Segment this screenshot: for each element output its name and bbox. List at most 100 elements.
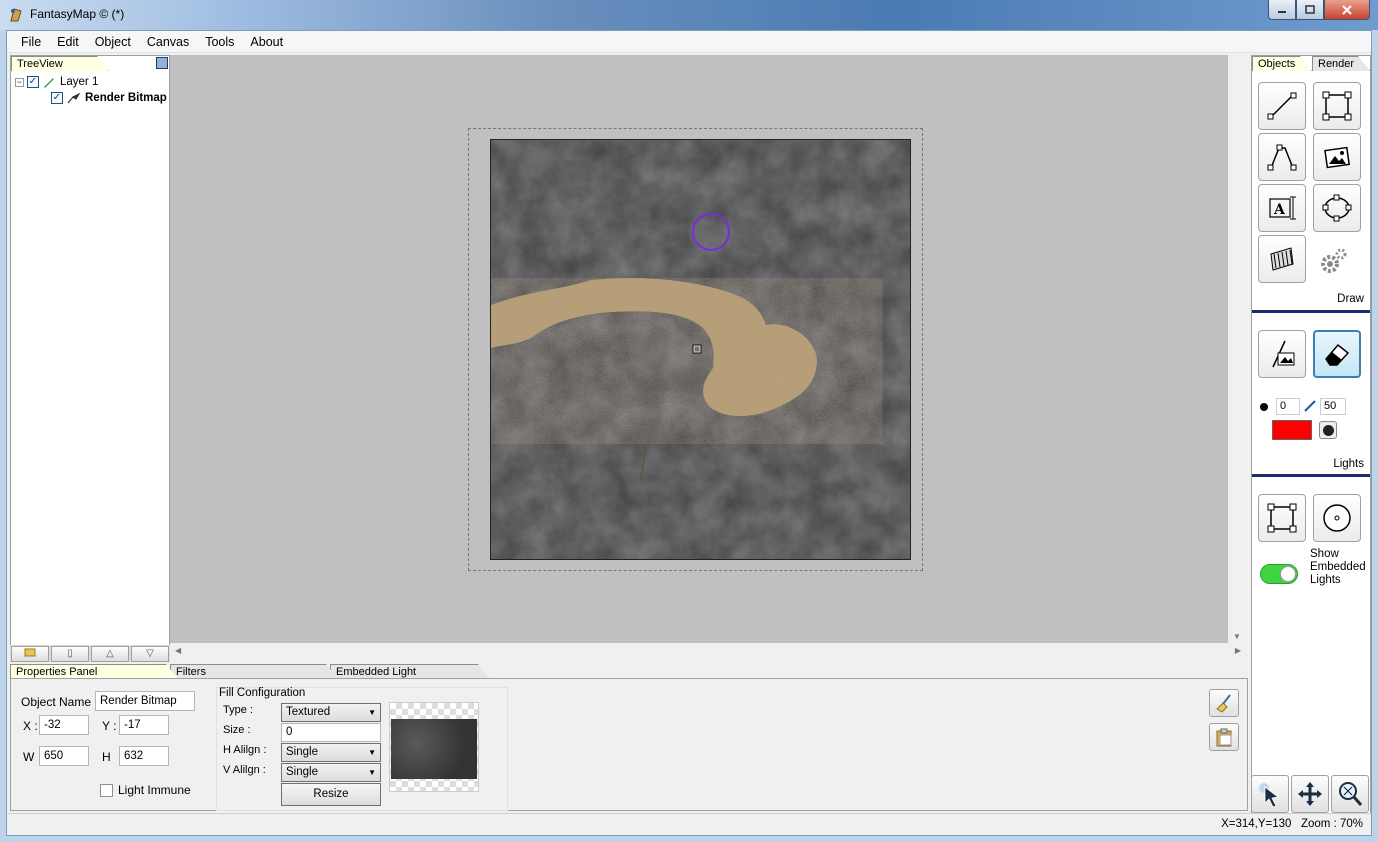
tab-treeview[interactable]: TreeView [11,56,109,71]
ellipse-icon [1322,194,1352,222]
ellipse-tool-button[interactable] [1313,184,1361,232]
rectangle-tool-button[interactable] [1313,82,1361,130]
valign-value: Single [286,766,318,778]
minimize-icon [1278,10,1286,13]
type-value: Textured [286,706,331,718]
section-divider [1252,310,1370,313]
tab-properties-panel[interactable]: Properties Panel [10,664,178,679]
zoom-tool-button[interactable] [1331,775,1369,813]
stone-map-graphic [491,140,910,559]
image-icon [1324,146,1350,169]
menu-edit[interactable]: Edit [49,31,87,53]
tree-item-render-bitmap[interactable]: ✓ Render Bitmap [51,90,167,106]
y-field[interactable]: -17 [119,715,169,735]
title-bar: FantasyMap © (*) [0,0,1378,30]
canvas-area[interactable] [170,55,1228,643]
paste-button[interactable] [1209,723,1239,751]
tab-render[interactable]: Render [1312,56,1370,71]
clear-brush-button[interactable] [1209,689,1239,717]
tab-filters[interactable]: Filters [170,664,338,679]
polygon-tool-button[interactable] [1258,133,1306,181]
magnifier-icon [1339,782,1363,806]
pan-tool-button[interactable] [1291,775,1329,813]
move-down-button[interactable]: ▽ [131,646,169,662]
clipboard-icon [1216,728,1232,747]
render-bitmap-checkbox[interactable]: ✓ [51,92,63,104]
render-bitmap-image[interactable] [490,139,911,560]
canvas-horizontal-scrollbar[interactable]: ◀ ▶ [170,643,1245,660]
line-tool-button[interactable] [1258,82,1306,130]
close-icon [1342,4,1352,15]
layer-checkbox[interactable]: ✓ [27,76,39,88]
tree-item-layer[interactable]: − ✓ Layer 1 [15,74,98,90]
brush-opacity-field[interactable]: 50 [1320,398,1346,415]
circle-brush-icon [1322,424,1334,436]
menu-tools[interactable]: Tools [197,31,242,53]
tools-panel: Objects Render A Draw 0 50 Lights Show E… [1251,55,1371,815]
brush-color-swatch[interactable] [1272,420,1312,440]
menu-object[interactable]: Object [87,31,139,53]
rectangle-icon [1322,91,1352,121]
maximize-button[interactable] [1296,0,1324,20]
polygon-icon [1267,144,1297,171]
paint-brush-tool-button[interactable] [1258,330,1306,378]
navigation-tools [1251,775,1371,815]
halign-value: Single [286,746,318,758]
pin-icon[interactable] [156,57,168,69]
toggle-knob [1280,566,1296,582]
brush-shape-button[interactable] [1319,421,1337,439]
rect-light-tool-button[interactable] [1258,494,1306,542]
light-immune-checkbox[interactable] [100,784,113,797]
scroll-right-icon[interactable]: ▶ [1235,646,1241,655]
image-tool-button[interactable] [1313,133,1361,181]
valign-select[interactable]: Single ▼ [281,763,381,782]
add-layer-button[interactable] [11,646,49,662]
draw-section-label: Draw [1337,293,1364,305]
close-button[interactable] [1324,0,1370,20]
pattern-tool-button[interactable] [1258,235,1306,283]
size-field[interactable]: 0 [281,723,381,742]
brush-size-field[interactable]: 0 [1276,398,1300,415]
broom-icon [1216,694,1231,713]
menu-about[interactable]: About [242,31,291,53]
eraser-tool-button[interactable] [1313,330,1361,378]
scroll-left-icon[interactable]: ◀ [175,646,181,655]
texture-preview[interactable] [389,702,479,792]
resize-button[interactable]: Resize [281,783,381,806]
rectangle-light-icon [1267,503,1297,533]
x-field[interactable]: -32 [39,715,89,735]
svg-text:A: A [1273,202,1286,218]
move-arrows-icon [1298,782,1322,806]
window-title: FantasyMap © (*) [30,7,125,21]
show-embedded-lights-toggle[interactable] [1260,564,1298,584]
dropdown-arrow-icon: ▼ [368,748,376,757]
settings-gear-icon[interactable] [1318,246,1348,279]
tab-objects[interactable]: Objects [1252,56,1312,71]
tab-embedded-light[interactable]: Embedded Light [330,664,490,679]
properties-panel: Object Name Render Bitmap X : -32 Y : -1… [10,678,1248,811]
text-tool-button[interactable]: A [1258,184,1306,232]
hatch-pattern-icon [1270,247,1294,271]
tree-item-label: Render Bitmap [85,92,167,104]
size-label: Size : [223,724,251,736]
point-light-tool-button[interactable] [1313,494,1361,542]
height-field[interactable]: 632 [119,746,169,766]
point-light-icon [1323,504,1351,532]
move-up-button[interactable]: △ [91,646,129,662]
select-tool-button[interactable] [1251,775,1289,813]
scroll-down-icon[interactable]: ▼ [1233,632,1241,641]
valign-label: V Alilgn : [223,764,266,776]
width-field[interactable]: 650 [39,746,89,766]
menu-canvas[interactable]: Canvas [139,31,197,53]
type-select[interactable]: Textured ▼ [281,703,381,722]
menu-file[interactable]: File [13,31,49,53]
canvas-vertical-scrollbar[interactable]: ▼ [1228,55,1245,643]
brush-icon [67,92,81,104]
maximize-icon [1305,4,1315,14]
object-name-field[interactable]: Render Bitmap [95,691,195,711]
collapse-icon[interactable]: − [15,77,24,87]
delete-layer-button[interactable]: ▯ [51,646,89,662]
minimize-button[interactable] [1268,0,1296,20]
halign-select[interactable]: Single ▼ [281,743,381,762]
eraser-icon [1325,343,1350,366]
